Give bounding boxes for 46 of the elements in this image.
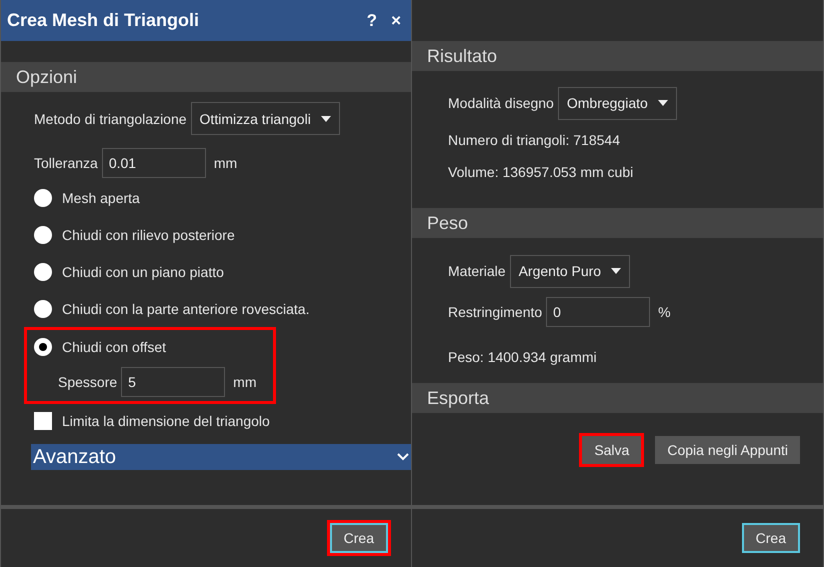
info-text: Peso: 1400.934 grammi	[448, 349, 597, 365]
radio-button[interactable]	[34, 338, 52, 356]
radio-button[interactable]	[34, 262, 52, 281]
section-title: Peso	[427, 212, 468, 234]
info-text: Numero di triangoli: 718544	[448, 132, 620, 148]
draw-mode-dropdown[interactable]: Ombreggiato	[558, 86, 677, 120]
advanced-section-bar[interactable]: Avanzato	[31, 444, 411, 470]
thickness-field[interactable]: 5	[121, 367, 226, 398]
unit-label: %	[658, 304, 671, 320]
field-label: Materiale	[448, 263, 506, 279]
radio-button[interactable]	[34, 226, 52, 244]
save-button[interactable]: Salva	[582, 436, 642, 464]
radio-button[interactable]	[34, 189, 52, 208]
option-label: Limita la dimensione del triangolo	[62, 413, 270, 430]
option-label: Chiudi con la parte anteriore rovesciata.	[62, 300, 310, 317]
tolerance-field[interactable]: 0.01	[102, 148, 206, 178]
checkbox[interactable]	[34, 412, 52, 430]
unit-label: mm	[233, 374, 256, 390]
shrink-field[interactable]: 0	[546, 297, 650, 327]
section-title: Opzioni	[16, 66, 78, 88]
info-text: Volume: 136957.053 mm cubi	[448, 164, 634, 180]
field-label: Restringimento	[448, 304, 542, 320]
unit-label: mm	[214, 154, 238, 171]
copy-button[interactable]: Copia negli Appunti	[655, 436, 800, 464]
field-label: Tolleranza	[34, 154, 98, 171]
section-title: Risultato	[427, 46, 498, 66]
option-label: Mesh aperta	[62, 190, 140, 206]
window-title: Crea Mesh di Triangoli	[7, 10, 200, 31]
method-dropdown[interactable]: Ottimizza triangoli	[190, 102, 340, 136]
field-label: Modalità disegno	[448, 95, 554, 111]
section-title: Esporta	[427, 388, 490, 408]
field-label: Spessore	[58, 374, 118, 390]
caret-icon	[658, 100, 668, 106]
field-label: Metodo di triangolazione	[34, 110, 187, 127]
caret-icon	[611, 268, 622, 274]
chevron-down-icon	[397, 453, 409, 461]
create-button[interactable]: Crea	[330, 523, 388, 553]
option-label: Chiudi con offset	[62, 338, 166, 355]
help-button[interactable]: ?	[362, 10, 382, 30]
option-label: Chiudi con rilievo posteriore	[62, 226, 235, 243]
option-label: Chiudi con un piano piatto	[62, 264, 224, 280]
close-button[interactable]: ×	[387, 10, 405, 30]
caret-icon	[320, 116, 331, 122]
create-button[interactable]: Crea	[742, 523, 800, 553]
material-dropdown[interactable]: Argento Puro	[510, 254, 630, 288]
radio-button[interactable]	[34, 300, 52, 318]
